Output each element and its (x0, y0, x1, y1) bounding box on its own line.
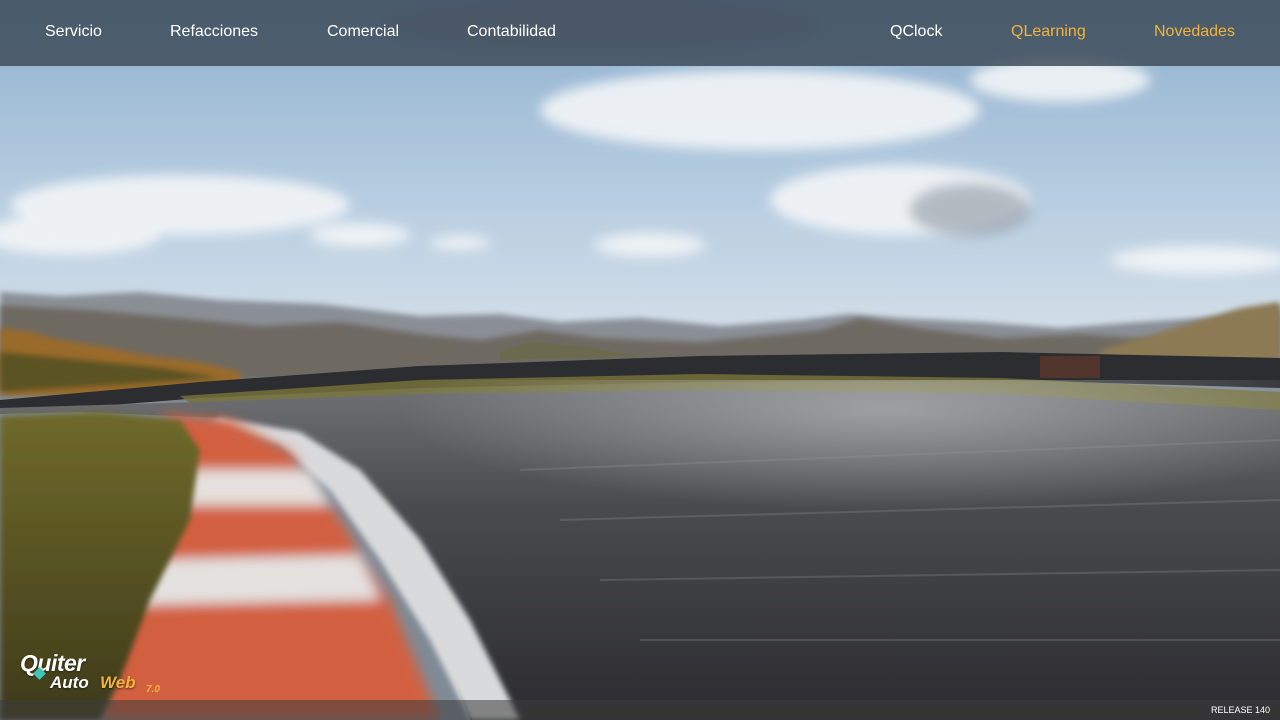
logo-product-text-auto: Auto (50, 673, 89, 692)
nav-item-qclock[interactable]: QClock (890, 0, 942, 66)
nav-item-contabilidad[interactable]: Contabilidad (467, 0, 556, 66)
home-screen: Servicio Refacciones Comercial Contabili… (0, 0, 1280, 720)
nav-item-servicio[interactable]: Servicio (45, 0, 102, 66)
nav-item-novedades[interactable]: Novedades (1154, 0, 1235, 66)
footer-strip (0, 700, 1280, 720)
logo-version: 7.0 (146, 684, 160, 695)
nav-item-qlearning[interactable]: QLearning (1011, 0, 1086, 66)
race-track-background-image (0, 0, 1280, 720)
nav-item-comercial[interactable]: Comercial (327, 0, 399, 66)
release-label: RELEASE 140 (1210, 705, 1270, 715)
nav-item-refacciones[interactable]: Refacciones (170, 0, 258, 66)
quiter-autoweb-logo: Quiter Auto Web 7.0 (18, 646, 178, 700)
logo-product-text-web: Web (100, 673, 136, 692)
top-navigation-bar: Servicio Refacciones Comercial Contabili… (0, 0, 1280, 66)
